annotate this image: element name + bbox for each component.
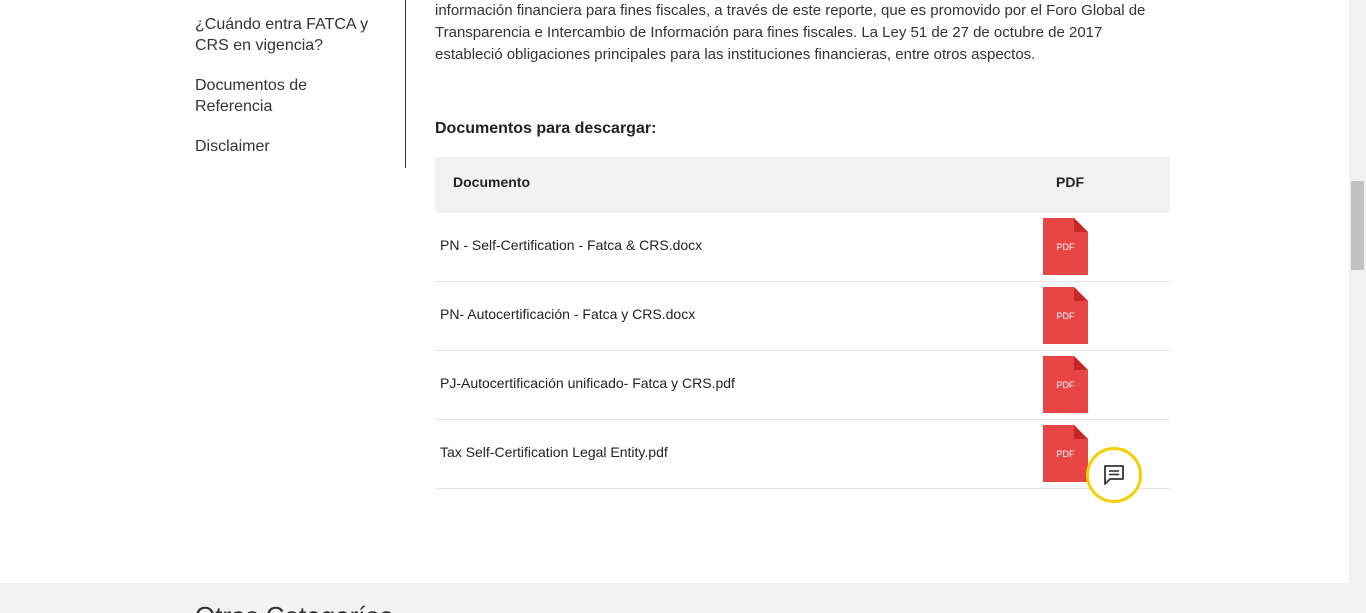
- table-header: Documento PDF: [435, 157, 1170, 213]
- vertical-scrollbar[interactable]: [1349, 0, 1366, 613]
- scrollbar-thumb[interactable]: [1351, 181, 1364, 270]
- other-categories-section: Otras Categorías: [0, 583, 1349, 613]
- table-row: PJ-Autocertificación unificado- Fatca y …: [435, 351, 1170, 420]
- pdf-file-icon[interactable]: PDF: [1043, 218, 1088, 275]
- intro-line: Transparencia e Intercambio de Informaci…: [435, 24, 1103, 41]
- intro-line: estableció obligaciones principales para…: [435, 46, 1036, 63]
- chat-icon: [1104, 465, 1124, 485]
- document-link[interactable]: Tax Self-Certification Legal Entity.pdf: [440, 444, 668, 460]
- downloads-heading: Documentos para descargar:: [435, 120, 657, 137]
- table-row: PN - Self-Certification - Fatca & CRS.do…: [435, 213, 1170, 282]
- document-link[interactable]: PJ-Autocertificación unificado- Fatca y …: [440, 375, 735, 391]
- pdf-icon-label: PDF: [1056, 242, 1075, 252]
- document-link[interactable]: PN- Autocertificación - Fatca y CRS.docx: [440, 306, 695, 322]
- pdf-icon-label: PDF: [1056, 449, 1075, 459]
- pdf-file-icon[interactable]: PDF: [1043, 425, 1088, 482]
- other-categories-title: Otras Categorías: [195, 601, 393, 613]
- pdf-file-icon[interactable]: PDF: [1043, 287, 1088, 344]
- table-row: Tax Self-Certification Legal Entity.pdf …: [435, 420, 1170, 489]
- document-link[interactable]: PN - Self-Certification - Fatca & CRS.do…: [440, 237, 702, 253]
- column-header-document: Documento: [453, 174, 530, 190]
- sidebar-item-disclaimer[interactable]: Disclaimer: [195, 136, 385, 157]
- page: ¿Cuándo entra FATCA y CRS en vigencia? D…: [0, 0, 1366, 613]
- intro-line: información financiera para fines fiscal…: [435, 2, 1146, 19]
- sidebar-item-documentos-referencia[interactable]: Documentos de Referencia: [195, 75, 385, 117]
- table-row: PN- Autocertificación - Fatca y CRS.docx…: [435, 282, 1170, 351]
- documents-table: Documento PDF PN - Self-Certification - …: [435, 157, 1170, 489]
- column-header-pdf: PDF: [1056, 174, 1084, 190]
- chat-button[interactable]: [1086, 447, 1142, 503]
- pdf-icon-label: PDF: [1056, 380, 1075, 390]
- pdf-file-icon[interactable]: PDF: [1043, 356, 1088, 413]
- sidebar-nav: ¿Cuándo entra FATCA y CRS en vigencia? D…: [195, 0, 406, 168]
- sidebar-item-fatca-crs-vigencia[interactable]: ¿Cuándo entra FATCA y CRS en vigencia?: [195, 14, 385, 56]
- pdf-icon-label: PDF: [1056, 311, 1075, 321]
- intro-paragraph: información financiera para fines fiscal…: [435, 0, 1175, 66]
